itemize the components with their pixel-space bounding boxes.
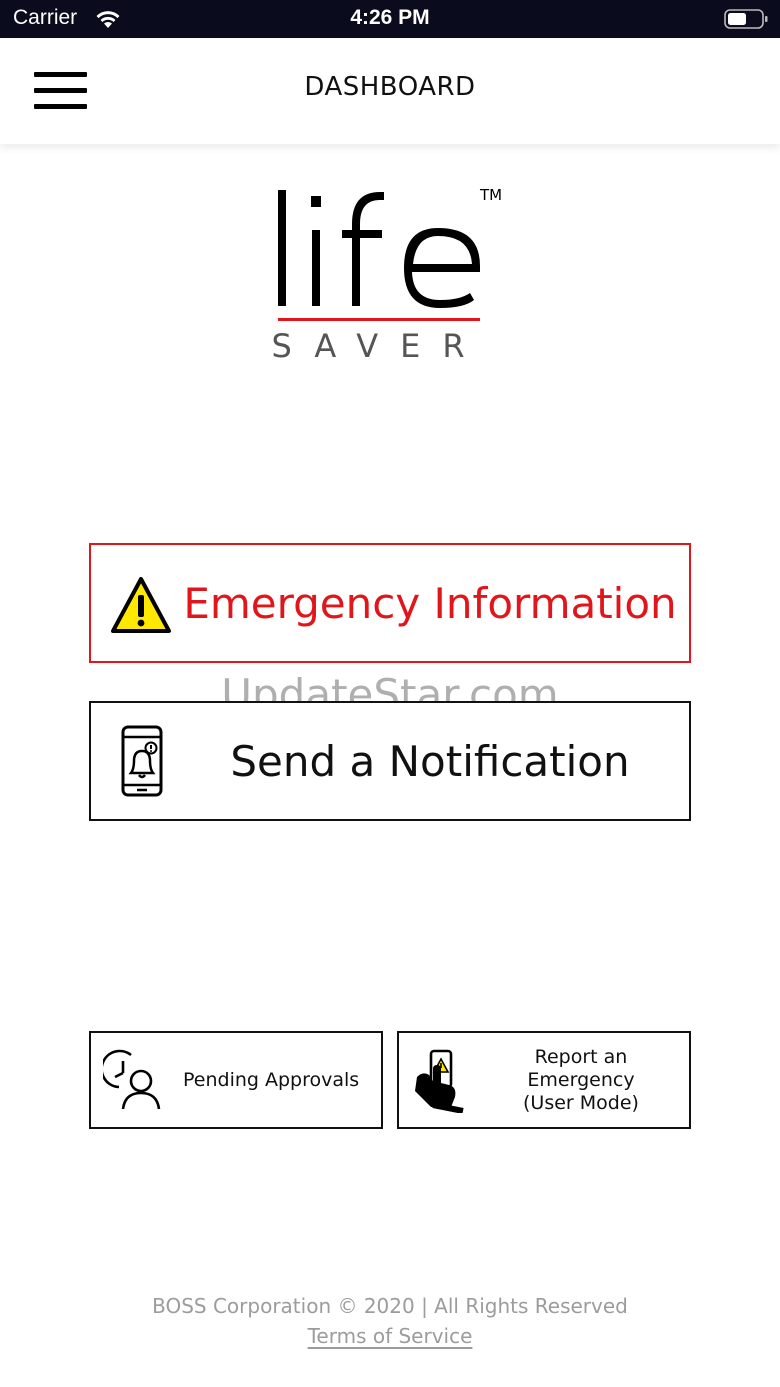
logo-subword: SAVER: [271, 327, 486, 365]
pending-approvals-label: Pending Approvals: [183, 1068, 360, 1091]
trademark-mark: TM: [479, 186, 502, 204]
status-time: 4:26 PM: [350, 6, 430, 29]
status-bar: Carrier 4:26 PM: [0, 0, 780, 38]
emergency-information-label: Emergency Information: [183, 578, 677, 628]
hamburger-menu-icon-bar: [34, 104, 87, 109]
hand-phone-warning-icon: [415, 1049, 464, 1113]
battery-icon: [724, 9, 768, 29]
logo-word: [278, 190, 480, 308]
emergency-information-button[interactable]: Emergency Information: [89, 543, 691, 663]
page-title: DASHBOARD: [304, 72, 476, 102]
terms-of-service-link[interactable]: Terms of Service: [308, 1324, 473, 1348]
report-emergency-line3: (User Mode): [523, 1091, 639, 1114]
logo-red-line: [278, 318, 480, 321]
app-header: DASHBOARD: [0, 38, 780, 144]
clock-user-icon: [103, 1049, 161, 1110]
footer-copyright: BOSS Corporation © 2020 | All Rights Res…: [152, 1294, 628, 1318]
report-emergency-line2: Emergency: [527, 1068, 635, 1091]
phone-bell-icon: [121, 725, 163, 797]
pending-approvals-button[interactable]: Pending Approvals: [89, 1031, 383, 1129]
lifesaver-logo: TM SAVER: [271, 186, 502, 365]
send-notification-label: Send a Notification: [230, 736, 630, 786]
report-emergency-button[interactable]: Report an Emergency (User Mode): [397, 1031, 691, 1129]
report-emergency-label: Report an Emergency (User Mode): [479, 1033, 683, 1127]
warning-triangle-icon: [111, 577, 171, 633]
report-emergency-line1: Report an: [534, 1045, 628, 1068]
send-notification-button[interactable]: Send a Notification: [89, 701, 691, 821]
footer-terms-container: Terms of Service: [0, 1324, 780, 1348]
